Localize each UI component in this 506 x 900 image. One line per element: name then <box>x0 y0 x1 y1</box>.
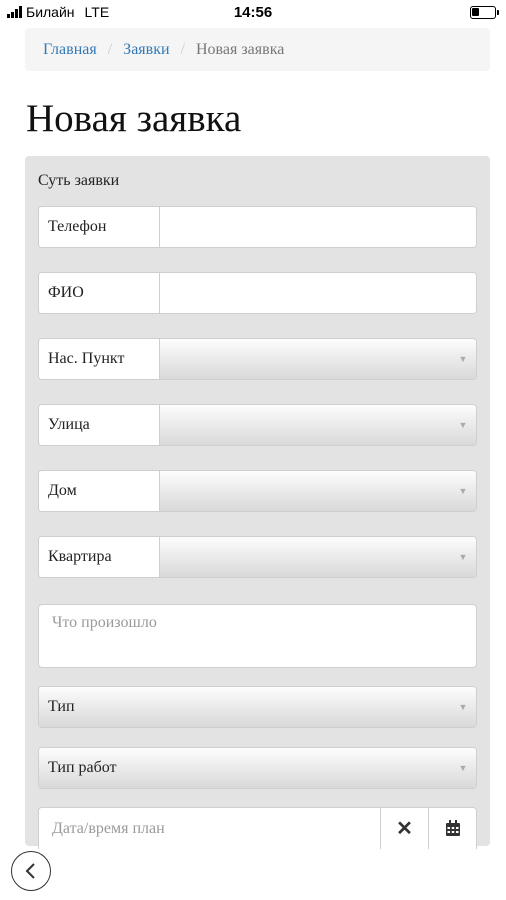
caret-down-icon: ▼ <box>458 552 468 562</box>
close-icon: ✕ <box>396 818 413 840</box>
description-textarea[interactable] <box>38 604 477 668</box>
phone-group: Телефон <box>38 206 477 248</box>
breadcrumb-separator: / <box>107 40 113 58</box>
locality-label: Нас. Пункт <box>39 339 160 379</box>
clear-date-button[interactable]: ✕ <box>380 808 428 849</box>
phone-input[interactable] <box>160 207 476 247</box>
work-type-group: Тип работ ▼ <box>38 747 477 789</box>
street-label: Улица <box>39 405 160 445</box>
caret-down-icon: ▼ <box>458 354 468 364</box>
house-label: Дом <box>39 471 160 511</box>
caret-down-icon: ▼ <box>458 702 468 712</box>
breadcrumb-separator: / <box>180 40 185 58</box>
caret-down-icon: ▼ <box>458 486 468 496</box>
chevron-left-icon <box>25 863 35 879</box>
battery-icon <box>470 6 499 19</box>
planned-datetime-input[interactable] <box>39 808 380 849</box>
house-select[interactable]: ▼ <box>160 471 476 511</box>
breadcrumb-requests[interactable]: Заявки <box>123 41 169 59</box>
work-type-select[interactable]: Тип работ ▼ <box>39 748 476 788</box>
type-select-value: Тип <box>48 698 75 715</box>
request-form-panel: Суть заявки Телефон ФИО Нас. Пункт ▼ Ули… <box>25 156 490 849</box>
phone-label: Телефон <box>39 207 160 247</box>
apartment-select[interactable]: ▼ <box>160 537 476 577</box>
locality-group: Нас. Пункт ▼ <box>38 338 477 380</box>
calendar-icon <box>445 820 460 836</box>
caret-down-icon: ▼ <box>458 763 468 773</box>
type-group: Тип ▼ <box>38 686 477 728</box>
type-select[interactable]: Тип ▼ <box>39 687 476 727</box>
section-label: Суть заявки <box>38 172 120 189</box>
breadcrumb: Главная / Заявки / Новая заявка <box>25 28 490 71</box>
apartment-group: Квартира ▼ <box>38 536 477 578</box>
battery-level <box>472 8 479 16</box>
status-bar: Билайн LTE 14:56 <box>0 0 506 26</box>
caret-down-icon: ▼ <box>458 420 468 430</box>
house-group: Дом ▼ <box>38 470 477 512</box>
work-type-select-value: Тип работ <box>48 759 117 776</box>
locality-select[interactable]: ▼ <box>160 339 476 379</box>
apartment-label: Квартира <box>39 537 160 577</box>
fio-label: ФИО <box>39 273 160 313</box>
street-select[interactable]: ▼ <box>160 405 476 445</box>
fio-group: ФИО <box>38 272 477 314</box>
clock: 14:56 <box>233 4 273 21</box>
page-title: Новая заявка <box>26 97 242 140</box>
back-button[interactable] <box>11 851 51 891</box>
breadcrumb-home[interactable]: Главная <box>43 41 97 59</box>
calendar-button[interactable] <box>428 808 476 849</box>
fio-input[interactable] <box>160 273 476 313</box>
breadcrumb-current: Новая заявка <box>196 40 285 58</box>
street-group: Улица ▼ <box>38 404 477 446</box>
planned-datetime-group: ✕ <box>38 807 477 849</box>
